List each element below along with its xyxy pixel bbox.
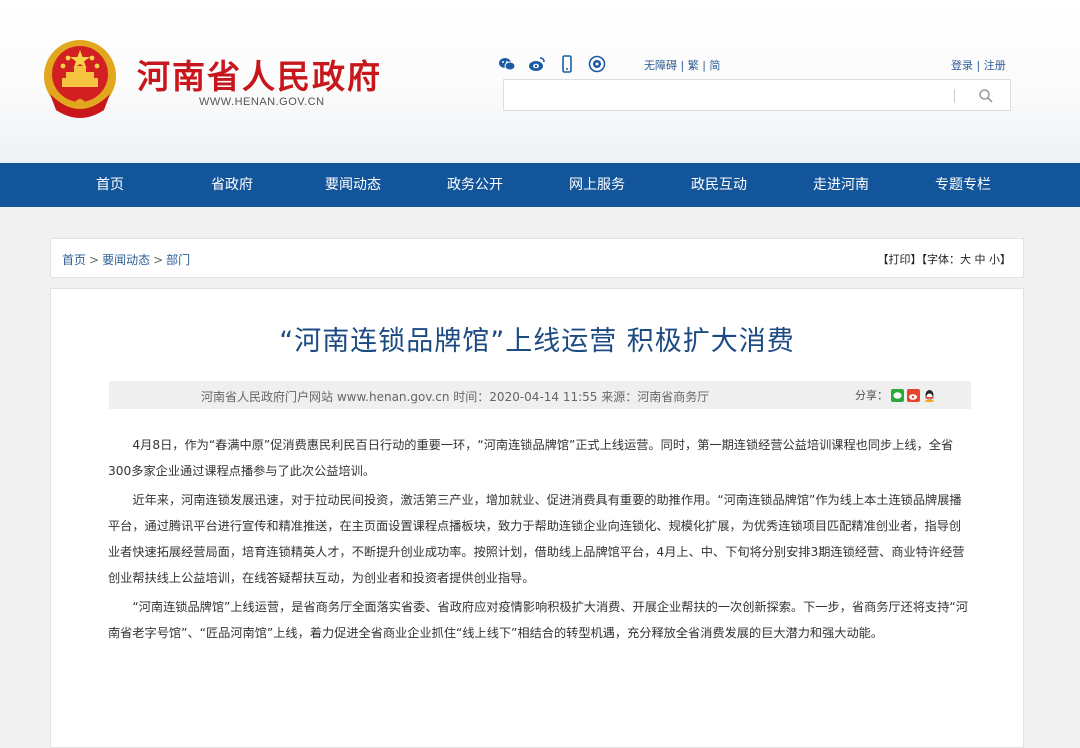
breadcrumb-bar: 首页 > 要闻动态 > 部门 【打印】【字体：大 中 小】 xyxy=(50,238,1024,278)
article-body: 4月8日，作为“春满中原”促消费惠民利民百日行动的重要一环，“河南连锁品牌馆”正… xyxy=(108,433,970,651)
login-register-link[interactable]: 登录 | 注册 xyxy=(951,57,1006,73)
mobile-icon[interactable] xyxy=(558,55,576,73)
nav-item-special-topics[interactable]: 专题专栏 xyxy=(935,163,991,207)
print-font-tools[interactable]: 【打印】【字体：大 中 小】 xyxy=(878,251,1012,267)
wechat-share-icon[interactable] xyxy=(891,388,904,402)
breadcrumb-separator: > xyxy=(89,253,100,267)
search-input[interactable] xyxy=(503,79,1011,111)
article-meta: 河南省人民政府门户网站 www.henan.gov.cn 时间：2020-04-… xyxy=(201,390,710,404)
article-panel: “河南连锁品牌馆”上线运营 积极扩大消费 河南省人民政府门户网站 www.hen… xyxy=(50,288,1024,748)
weibo-share-icon[interactable] xyxy=(907,388,920,402)
article-paragraph: 近年来，河南连锁发展迅速，对于拉动民间投资，激活第三产业，增加就业、促进消费具有… xyxy=(108,493,965,585)
breadcrumb-home[interactable]: 首页 xyxy=(62,253,86,267)
accessibility-links[interactable]: 无障碍 | 繁 | 简 xyxy=(644,57,720,73)
wechat-icon[interactable] xyxy=(498,55,516,73)
nav-item-gov-affairs[interactable]: 政务公开 xyxy=(447,163,503,207)
nav-item-home[interactable]: 首页 xyxy=(96,163,124,207)
site-url: WWW.HENAN.GOV.CN xyxy=(199,96,325,108)
nav-item-online-services[interactable]: 网上服务 xyxy=(569,163,625,207)
article-meta-bar: 河南省人民政府门户网站 www.henan.gov.cn 时间：2020-04-… xyxy=(109,381,971,409)
breadcrumb-separator: > xyxy=(153,253,164,267)
share-bar: 分享： xyxy=(855,387,936,403)
article-title: “河南连锁品牌馆”上线运营 积极扩大消费 xyxy=(279,326,795,357)
social-links xyxy=(498,55,606,73)
share-label: 分享： xyxy=(855,389,888,402)
article-paragraph: “河南连锁品牌馆”上线运营，是省商务厅全面落实省委、省政府应对疫情影响积极扩大消… xyxy=(108,600,968,640)
weibo-icon[interactable] xyxy=(528,55,546,73)
site-title[interactable]: 河南省人民政府 xyxy=(137,50,382,98)
article-paragraph: 4月8日，作为“春满中原”促消费惠民利民百日行动的重要一环，“河南连锁品牌馆”正… xyxy=(108,438,954,478)
site-header: 河南省人民政府 WWW.HENAN.GOV.CN 无障碍 | 繁 | 简 登录 … xyxy=(0,0,1080,163)
nav-item-news[interactable]: 要闻动态 xyxy=(325,163,381,207)
breadcrumb-news[interactable]: 要闻动态 xyxy=(102,253,150,267)
nav-item-interaction[interactable]: 政民互动 xyxy=(691,163,747,207)
nav-item-about-henan[interactable]: 走进河南 xyxy=(813,163,869,207)
qq-share-icon[interactable] xyxy=(923,389,936,402)
national-emblem-icon[interactable] xyxy=(40,38,120,122)
breadcrumb: 首页 > 要闻动态 > 部门 xyxy=(62,251,190,268)
search-icon[interactable] xyxy=(978,88,994,104)
nav-item-provincial-gov[interactable]: 省政府 xyxy=(211,163,253,207)
app-icon[interactable] xyxy=(588,55,606,73)
breadcrumb-department[interactable]: 部门 xyxy=(166,253,190,267)
search-divider xyxy=(954,89,955,103)
main-nav: 首页 省政府 要闻动态 政务公开 网上服务 政民互动 走进河南 专题专栏 xyxy=(0,163,1080,207)
